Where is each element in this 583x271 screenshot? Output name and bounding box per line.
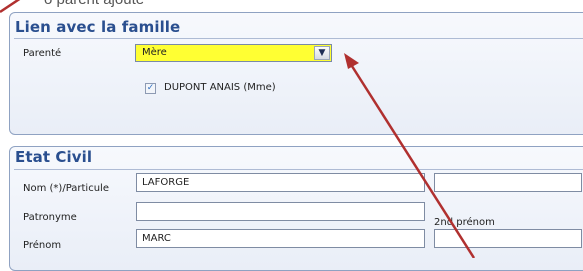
second-prenom-input[interactable] xyxy=(434,229,582,248)
nom-label: Nom (*)/Particule xyxy=(23,183,109,194)
header-fragment: o parent ajouté xyxy=(0,0,583,11)
prenom-input[interactable]: MARC xyxy=(136,229,425,248)
lien-famille-title: Lien avec la famille xyxy=(15,18,181,36)
parent-link-checkbox-label: DUPONT ANAIS (Mme) xyxy=(164,82,276,93)
parent-link-checkbox[interactable]: ✓ xyxy=(145,83,156,94)
chevron-down-icon[interactable]: ▼ xyxy=(314,46,330,60)
parente-label: Parenté xyxy=(23,48,62,59)
etat-civil-panel: Etat Civil Nom (*)/Particule LAFORGE Pat… xyxy=(9,146,583,271)
nom-input-value: LAFORGE xyxy=(142,177,190,188)
patronyme-input[interactable] xyxy=(136,202,425,221)
patronyme-label: Patronyme xyxy=(23,212,77,223)
parente-select[interactable]: Mère ▼ xyxy=(135,44,332,62)
nom-input[interactable]: LAFORGE xyxy=(136,173,425,192)
etat-civil-title: Etat Civil xyxy=(15,148,93,166)
header-fragment-text: o parent ajouté xyxy=(44,0,144,8)
prenom-input-value: MARC xyxy=(142,233,171,244)
parente-select-value: Mère xyxy=(142,47,167,58)
second-prenom-label: 2nd prénom xyxy=(434,217,495,228)
lien-famille-divider xyxy=(14,38,583,39)
prenom-label: Prénom xyxy=(23,240,62,251)
lien-famille-panel: Lien avec la famille Parenté Mère ▼ ✓ DU… xyxy=(9,12,583,135)
etat-civil-divider xyxy=(14,169,583,170)
particule-input[interactable] xyxy=(434,173,582,192)
